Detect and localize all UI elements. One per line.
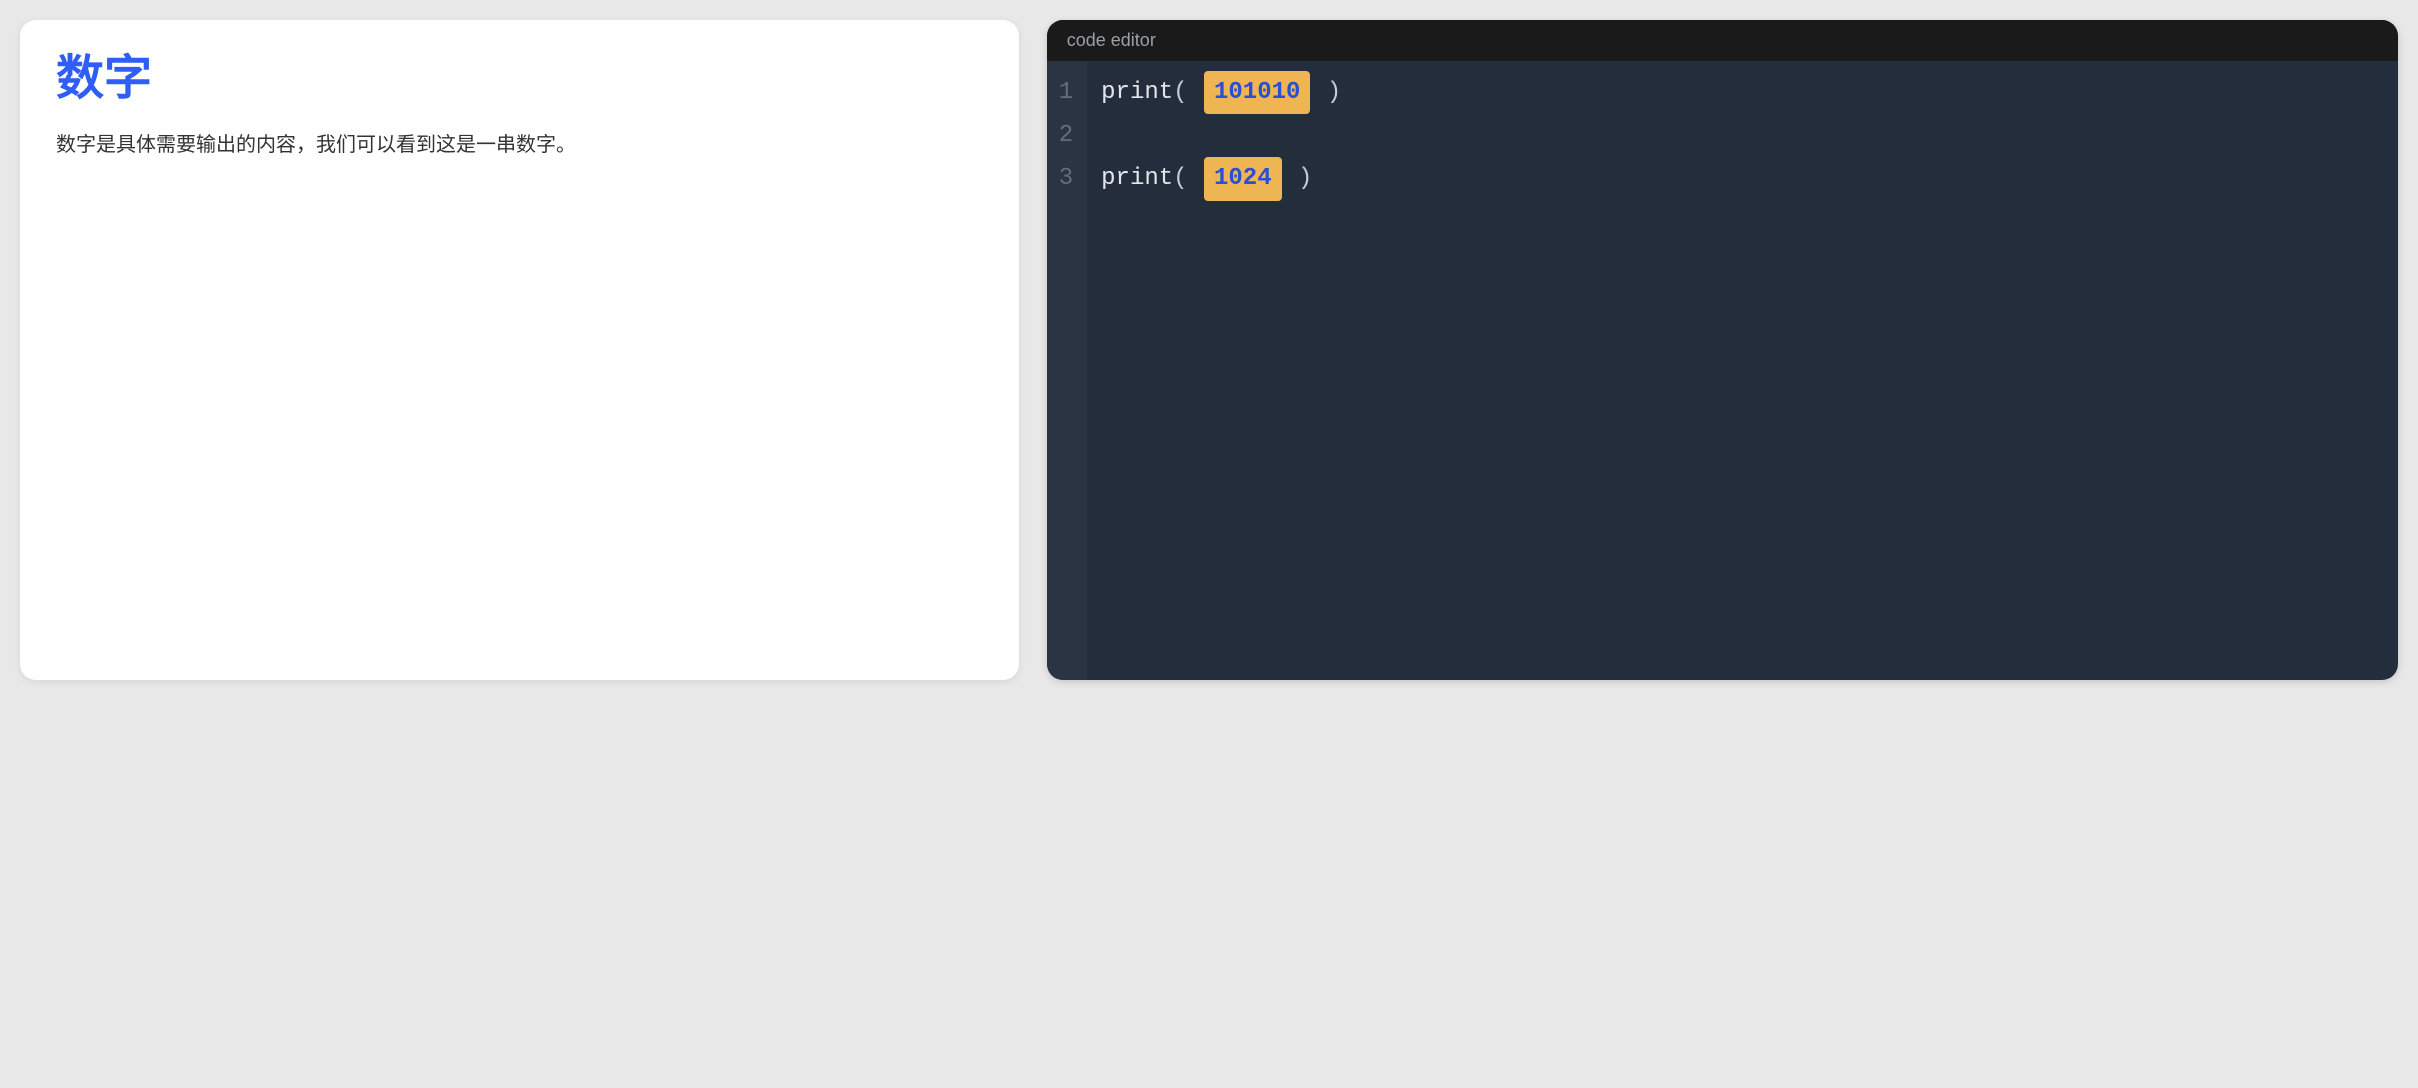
code-line[interactable]	[1101, 114, 2384, 157]
code-editor-panel: code editor 123 print( 101010 ) print( 1…	[1047, 20, 2398, 680]
editor-body: 123 print( 101010 ) print( 1024 )	[1047, 61, 2398, 680]
code-token-function: print	[1101, 79, 1173, 106]
code-token-space	[1284, 165, 1298, 192]
code-token-number-highlight: 101010	[1204, 71, 1310, 114]
code-token-punctuation: )	[1327, 79, 1341, 106]
code-token-space	[1188, 79, 1202, 106]
lesson-body: 数字是具体需要输出的内容，我们可以看到这是一串数字。	[56, 128, 983, 162]
line-number: 2	[1055, 114, 1077, 157]
app-container: 数字 数字是具体需要输出的内容，我们可以看到这是一串数字。 code edito…	[20, 20, 2398, 680]
editor-code-area[interactable]: print( 101010 ) print( 1024 )	[1087, 61, 2398, 680]
code-token-punctuation: (	[1173, 165, 1187, 192]
editor-gutter: 123	[1047, 61, 1087, 680]
lesson-title: 数字	[56, 50, 983, 108]
code-token-space	[1188, 165, 1202, 192]
line-number: 3	[1055, 157, 1077, 200]
code-line[interactable]: print( 1024 )	[1101, 157, 2384, 200]
editor-header: code editor	[1047, 20, 2398, 61]
code-token-punctuation: (	[1173, 79, 1187, 106]
code-line[interactable]: print( 101010 )	[1101, 71, 2384, 114]
code-token-function: print	[1101, 165, 1173, 192]
line-number: 1	[1055, 71, 1077, 114]
code-token-punctuation: )	[1298, 165, 1312, 192]
code-token-number-highlight: 1024	[1204, 157, 1282, 200]
code-token-space	[1312, 79, 1326, 106]
lesson-panel: 数字 数字是具体需要输出的内容，我们可以看到这是一串数字。	[20, 20, 1019, 680]
